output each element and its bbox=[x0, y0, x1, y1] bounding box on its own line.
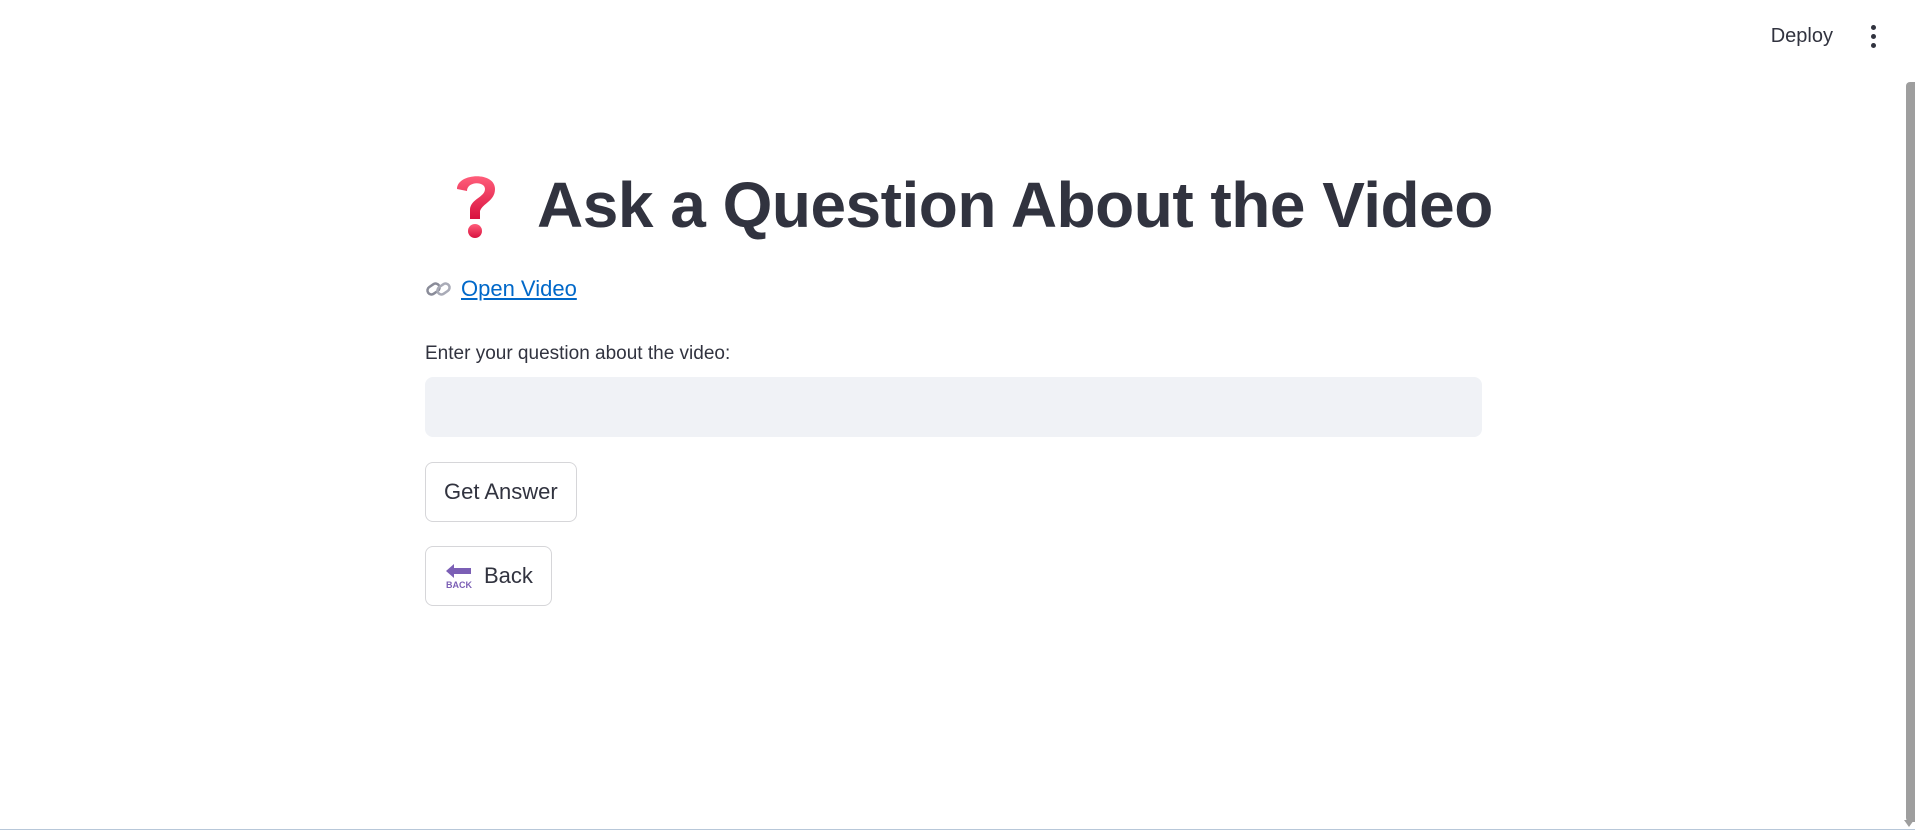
deploy-button[interactable]: Deploy bbox=[1759, 18, 1845, 54]
main-menu-button[interactable] bbox=[1859, 18, 1887, 54]
open-video-label: Open Video bbox=[461, 276, 577, 301]
link-icon bbox=[426, 282, 451, 296]
back-button-label: Back bbox=[484, 563, 533, 588]
vertical-ellipsis-dot bbox=[1870, 33, 1876, 39]
red-question-mark-icon bbox=[457, 176, 495, 238]
app-window: Deploy Ask a Question About the Video Op… bbox=[0, 0, 1915, 833]
page-title: Ask a Question About the Video bbox=[537, 169, 1493, 241]
open-video-link[interactable]: Open Video bbox=[425, 276, 577, 302]
main-content: Ask a Question About the Video Open Vide… bbox=[425, 150, 1493, 606]
app-header: Deploy bbox=[0, 0, 1915, 72]
vertical-scrollbar[interactable] bbox=[1906, 82, 1915, 822]
back-arrow-icon: BACK bbox=[446, 564, 472, 590]
bottom-divider bbox=[0, 829, 1915, 830]
back-button[interactable]: BACK Back bbox=[425, 546, 552, 606]
question-field-label: Enter your question about the video: bbox=[425, 343, 731, 364]
svg-text:BACK: BACK bbox=[446, 580, 472, 590]
vertical-ellipsis-icon bbox=[1870, 24, 1876, 30]
scroll-down-arrow-icon[interactable] bbox=[1904, 820, 1914, 827]
title-row: Ask a Question About the Video bbox=[425, 150, 1493, 260]
question-input[interactable] bbox=[425, 377, 1482, 437]
vertical-ellipsis-dot bbox=[1870, 42, 1876, 48]
get-answer-button[interactable]: Get Answer bbox=[425, 462, 577, 522]
